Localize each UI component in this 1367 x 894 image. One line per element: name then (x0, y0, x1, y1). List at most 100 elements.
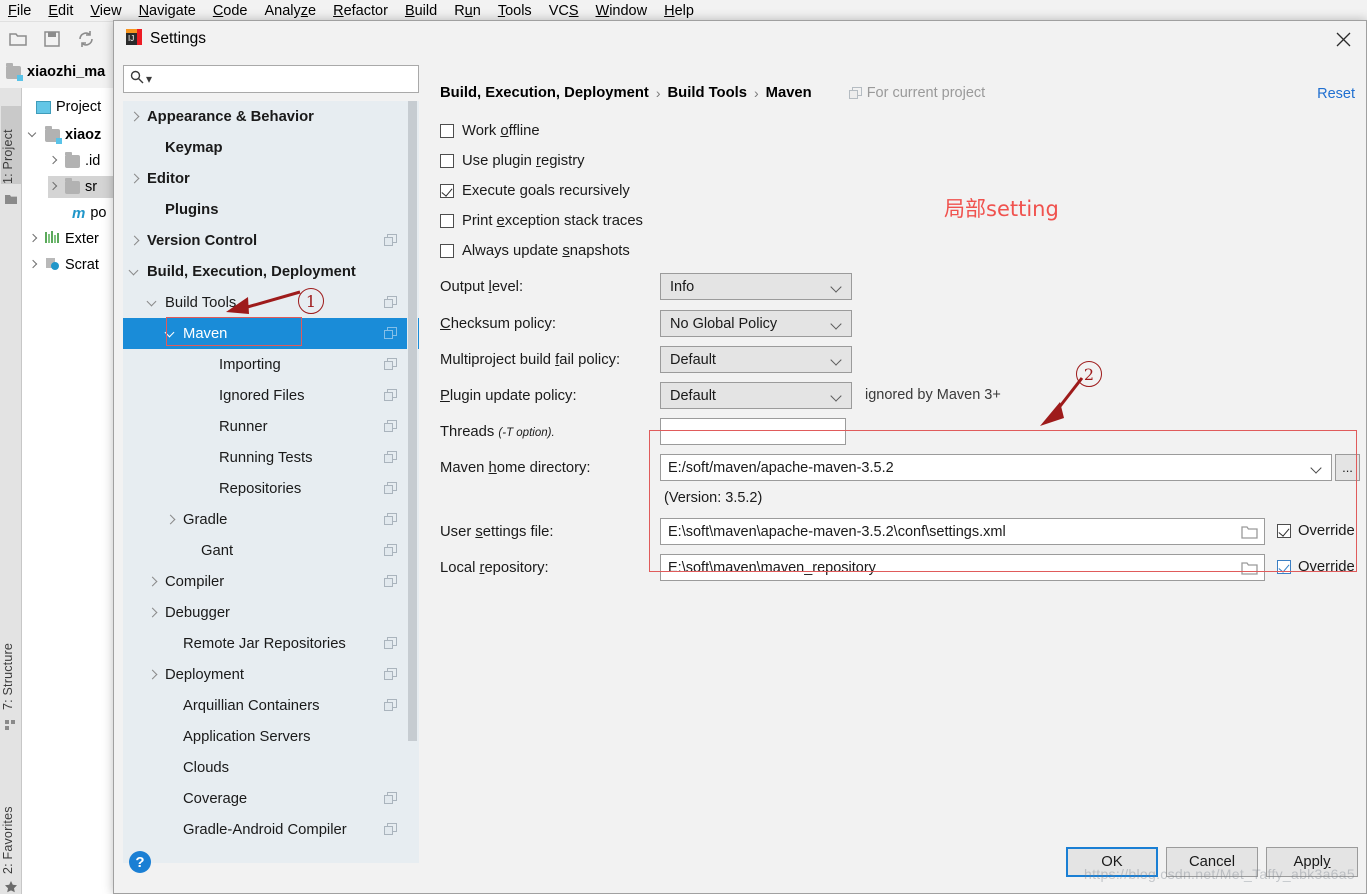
settings-tree-item-runner[interactable]: Runner (123, 411, 419, 442)
checkbox-box[interactable] (440, 244, 454, 258)
breadcrumb-item-0[interactable]: Build, Execution, Deployment (440, 85, 649, 101)
checkbox-box[interactable] (440, 184, 454, 198)
ide-node-idea[interactable]: .id (48, 150, 100, 172)
ide-node-pom[interactable]: m po (72, 202, 106, 224)
settings-tree-item-version-control[interactable]: Version Control (123, 225, 419, 256)
reset-link[interactable]: Reset (1317, 86, 1355, 102)
menu-item-analyze[interactable]: Analyze (265, 3, 317, 19)
menu-item-view[interactable]: View (90, 3, 121, 19)
checkbox-box[interactable] (440, 124, 454, 138)
chevron-right-icon[interactable] (127, 171, 143, 187)
override-user-settings[interactable]: Override (1277, 523, 1355, 539)
settings-tree-item-debugger[interactable]: Debugger (123, 597, 419, 628)
settings-tree-item-arquillian-containers[interactable]: Arquillian Containers (123, 690, 419, 721)
settings-tree-item-deployment[interactable]: Deployment (123, 659, 419, 690)
checkbox-always-update-snapshots[interactable]: Always update snapshots (440, 243, 630, 259)
menu-item-window[interactable]: Window (596, 3, 648, 19)
close-icon[interactable] (1320, 21, 1366, 57)
checkbox-print-exception-stack-traces[interactable]: Print exception stack traces (440, 213, 643, 229)
select-checksum-policy[interactable]: No Global Policy (660, 310, 852, 337)
tool-tab-project[interactable]: 1: Project (1, 106, 21, 184)
select-output-level[interactable]: Info (660, 273, 852, 300)
menu-item-run[interactable]: Run (454, 3, 481, 19)
search-input[interactable]: ▾ (123, 65, 419, 93)
settings-tree-item-editor[interactable]: Editor (123, 163, 419, 194)
browse-folder-icon[interactable] (1241, 525, 1258, 539)
chevron-down-icon[interactable] (28, 129, 40, 141)
override-local-repository[interactable]: Override (1277, 559, 1355, 575)
input-threads[interactable] (660, 418, 846, 445)
settings-tree-item-ignored-files[interactable]: Ignored Files (123, 380, 419, 411)
browse-maven-home-button[interactable]: ... (1335, 454, 1360, 481)
breadcrumb-item-1[interactable]: Build Tools (668, 85, 747, 101)
settings-tree-item-running-tests[interactable]: Running Tests (123, 442, 419, 473)
settings-tree-item-build-tools[interactable]: Build Tools (123, 287, 419, 318)
save-all-icon[interactable] (42, 29, 62, 49)
input-user-settings-file[interactable]: E:\soft\maven\apache-maven-3.5.2\conf\se… (660, 518, 1265, 545)
menu-item-build[interactable]: Build (405, 3, 437, 19)
settings-tree-item-clouds[interactable]: Clouds (123, 752, 419, 783)
chevron-down-icon[interactable] (832, 391, 842, 401)
chevron-right-icon[interactable] (28, 233, 40, 245)
menu-item-help[interactable]: Help (664, 3, 694, 19)
search-dropdown-arrow-icon[interactable]: ▾ (146, 72, 152, 86)
tool-tab-favorites[interactable]: 2: Favorites (1, 778, 21, 874)
chevron-down-icon[interactable] (832, 282, 842, 292)
menu-item-tools[interactable]: Tools (498, 3, 532, 19)
menu-item-edit[interactable]: Edit (48, 3, 73, 19)
chevron-down-icon[interactable] (832, 355, 842, 365)
checkbox-use-plugin-registry[interactable]: Use plugin registry (440, 153, 585, 169)
select-multiproject-fail-policy[interactable]: Default (660, 346, 852, 373)
chevron-right-icon[interactable] (145, 667, 161, 683)
chevron-down-icon[interactable] (145, 295, 161, 311)
chevron-right-icon[interactable] (145, 574, 161, 590)
settings-tree-item-build-execution-deployment[interactable]: Build, Execution, Deployment (123, 256, 419, 287)
checkbox-box[interactable] (1277, 524, 1291, 538)
help-button[interactable]: ? (129, 851, 151, 873)
tool-tab-structure[interactable]: 7: Structure (1, 618, 21, 710)
settings-tree-item-gradle[interactable]: Gradle (123, 504, 419, 535)
settings-tree-item-keymap[interactable]: Keymap (123, 132, 419, 163)
menu-item-vcs[interactable]: VCS (549, 3, 579, 19)
settings-tree-item-gant[interactable]: Gant (123, 535, 419, 566)
breadcrumb-item-2[interactable]: Maven (766, 85, 812, 101)
checkbox-work-offline[interactable]: Work offline (440, 123, 540, 139)
menu-item-navigate[interactable]: Navigate (139, 3, 196, 19)
chevron-right-icon[interactable] (127, 233, 143, 249)
chevron-right-icon[interactable] (48, 181, 60, 193)
tree-scrollbar-thumb[interactable] (408, 101, 417, 741)
ide-node-root[interactable]: xiaoz (28, 124, 101, 146)
chevron-right-icon[interactable] (163, 512, 179, 528)
ide-node-external-libraries[interactable]: Exter (28, 228, 99, 250)
chevron-right-icon[interactable] (145, 605, 161, 621)
menu-item-file[interactable]: File (8, 3, 31, 19)
chevron-right-icon[interactable] (28, 259, 40, 271)
chevron-down-icon[interactable] (832, 319, 842, 329)
chevron-down-icon[interactable] (1312, 463, 1322, 473)
input-maven-home-directory[interactable]: E:/soft/maven/apache-maven-3.5.2 (660, 454, 1332, 481)
ide-node-scratches[interactable]: Scrat (28, 254, 99, 276)
settings-tree-item-remote-jar-repositories[interactable]: Remote Jar Repositories (123, 628, 419, 659)
settings-tree-item-coverage[interactable]: Coverage (123, 783, 419, 814)
settings-tree-item-compiler[interactable]: Compiler (123, 566, 419, 597)
settings-category-tree[interactable]: Appearance & Behavior Keymap Editor Plugins… (123, 101, 419, 863)
chevron-right-icon[interactable] (48, 155, 60, 167)
settings-tree-item-appearance-behavior[interactable]: Appearance & Behavior (123, 101, 419, 132)
chevron-right-icon[interactable] (127, 109, 143, 125)
settings-tree-item-importing[interactable]: Importing (123, 349, 419, 380)
menu-item-code[interactable]: Code (213, 3, 248, 19)
checkbox-box[interactable] (440, 214, 454, 228)
open-folder-icon[interactable] (8, 29, 28, 49)
chevron-down-icon[interactable] (163, 326, 179, 342)
select-plugin-update-policy[interactable]: Default (660, 382, 852, 409)
settings-tree-item-maven[interactable]: Maven (123, 318, 419, 349)
settings-tree-item-repositories[interactable]: Repositories (123, 473, 419, 504)
settings-tree-item-plugins[interactable]: Plugins (123, 194, 419, 225)
input-local-repository[interactable]: E:\soft\maven\maven_repository (660, 554, 1265, 581)
checkbox-box[interactable] (440, 154, 454, 168)
browse-folder-icon[interactable] (1241, 561, 1258, 575)
settings-tree-item-application-servers[interactable]: Application Servers (123, 721, 419, 752)
sync-icon[interactable] (76, 29, 96, 49)
menu-item-refactor[interactable]: Refactor (333, 3, 388, 19)
chevron-down-icon[interactable] (127, 264, 143, 280)
